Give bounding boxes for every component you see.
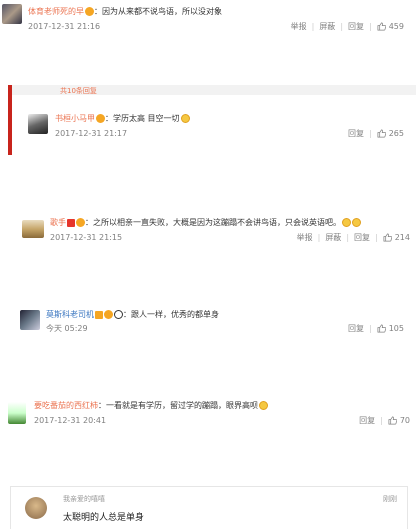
comment-text: 跟人一样，优秀的都单身 [131,310,219,319]
reply-link[interactable]: 回复 [348,324,364,334]
smile-emoji-icon [352,218,361,227]
comment-actions: 回复 | 70 [359,416,410,426]
comment-line: 莫斯科老司机 ：跟人一样，优秀的都单身 [46,310,219,319]
comment-1: 体育老师死的早 ：因为从来都不说鸟语，所以没对象 2017-12-31 21:16… [0,0,416,40]
comment-text: 太聪明的人总是单身 [63,513,145,523]
comment-text: 一看就是有学历，留过学的蹦蹋，眼界高呗 [106,401,258,410]
thumbs-up-icon [377,22,386,31]
timestamp: 今天 05:29 [46,324,88,333]
timestamp: 2017-12-31 21:16 [28,22,101,31]
like-button[interactable]: 459 [377,22,404,32]
comment-actions: 举报 | 屏蔽 | 回复 | 214 [296,233,410,243]
comment-line: 歌手 ：之所以相亲一直失败，大概是因为这蹦蹋不会讲鸟语，只会说英语吧。 [50,218,361,228]
avatar[interactable] [2,4,22,24]
comment-3: 歌手 ：之所以相亲一直失败，大概是因为这蹦蹋不会讲鸟语，只会说英语吧。 2017-… [0,208,416,248]
smile-emoji-icon [259,401,268,410]
smile-emoji-icon [180,114,190,123]
comment-6: 我亲爱的嘻嘻 刚刚 太聪明的人总是单身 [10,486,408,529]
block-link[interactable]: 屏蔽 [325,233,341,243]
timestamp: 2017-12-31 20:41 [34,416,107,425]
thumbs-up-icon [377,324,386,333]
like-count: 70 [399,416,410,425]
avatar[interactable] [20,310,40,330]
like-count: 265 [388,129,404,138]
report-link[interactable]: 举报 [291,22,307,32]
like-button[interactable]: 214 [383,233,410,243]
reply-link[interactable]: 回复 [348,129,364,139]
reply-count-header[interactable]: 共10条回复 [60,86,97,96]
verified-v-icon [67,218,75,227]
user-name[interactable]: 要吃番茄的西红柿 [34,401,98,410]
user-name[interactable]: 歌手 [50,218,66,227]
thumbs-up-icon [377,129,386,138]
verified-v-icon [95,310,103,319]
user-name[interactable]: 书桓小马甲 [55,114,95,123]
comment-text: 学历太高 目空一切 [113,114,180,123]
thumbs-up-icon [383,233,392,242]
comment-2: 书桓小马甲 ：学历太高 目空一切 2017-12-31 21:17 回复 | 26… [0,108,416,148]
avatar[interactable] [22,220,44,238]
timestamp: 2017-12-31 21:17 [55,129,128,138]
comment-line: 体育老师死的早 ：因为从来都不说鸟语，所以没对象 [28,7,222,16]
user-name[interactable]: 我亲爱的嘻嘻 [63,494,105,504]
reply-link[interactable]: 回复 [354,233,370,243]
avatar[interactable] [28,114,48,134]
like-button[interactable]: 105 [377,324,404,334]
comment-4: 莫斯科老司机 ：跟人一样，优秀的都单身 今天 05:29 回复 | 105 [0,300,416,340]
report-link[interactable]: 举报 [297,233,313,243]
avatar[interactable] [25,497,47,519]
comment-actions: 举报 | 屏蔽 | 回复 | 459 [290,22,404,32]
like-count: 214 [394,233,410,242]
time-ago: 刚刚 [383,495,397,503]
like-count: 459 [388,22,404,31]
reply-link[interactable]: 回复 [348,22,364,32]
vip-badge-icon [85,7,94,16]
like-button[interactable]: 70 [388,416,410,426]
smile-emoji-icon [342,218,351,227]
thumbs-up-icon [388,416,397,425]
comment-5: 要吃番茄的西红柿：一看就是有学历，留过学的蹦蹋，眼界高呗 2017-12-31 … [0,392,416,432]
timestamp: 2017-12-31 21:15 [50,233,123,242]
user-name[interactable]: 体育老师死的早 [28,7,84,16]
like-button[interactable]: 265 [377,129,404,139]
comment-text: 之所以相亲一直失败，大概是因为这蹦蹋不会讲鸟语，只会说英语吧。 [93,218,341,227]
comment-line: 要吃番茄的西红柿：一看就是有学历，留过学的蹦蹋，眼界高呗 [34,401,268,411]
comment-line: 书桓小马甲 ：学历太高 目空一切 [55,114,190,124]
comment-actions: 回复 | 105 [348,324,404,334]
vip-badge-icon [104,310,113,319]
comment-actions: 回复 | 265 [348,129,404,139]
block-link[interactable]: 屏蔽 [319,22,335,32]
user-name[interactable]: 莫斯科老司机 [46,310,94,319]
comment-text: 因为从来都不说鸟语，所以没对象 [102,7,222,16]
panda-emoji-icon [114,310,123,319]
avatar[interactable] [8,402,26,424]
like-count: 105 [388,324,404,333]
vip-badge-icon [76,218,85,227]
vip-badge-icon [96,114,105,123]
reply-link[interactable]: 回复 [359,416,375,426]
